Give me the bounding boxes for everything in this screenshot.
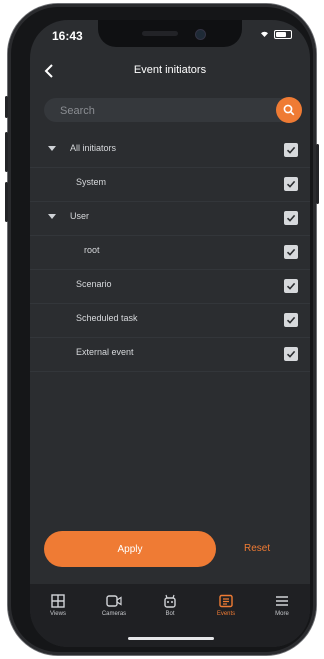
initiator-row[interactable]: Scheduled task [30, 304, 310, 338]
initiator-label: Scenario [76, 279, 112, 289]
initiator-label: Scheduled task [76, 313, 138, 323]
initiator-row[interactable]: All initiators [30, 134, 310, 168]
tab-more[interactable]: More [254, 594, 310, 617]
initiator-row[interactable]: External event [30, 338, 310, 372]
search-icon [283, 104, 295, 116]
tab-label: More [275, 611, 289, 617]
initiator-list: All initiators System User root Scenario Sche… [30, 134, 310, 372]
initiator-row[interactable]: User [30, 202, 310, 236]
status-time: 16:43 [52, 29, 83, 43]
tab-label: Cameras [101, 611, 127, 617]
apply-button[interactable]: Apply [44, 531, 216, 567]
footer-actions: Apply Reset [30, 531, 310, 567]
initiator-label: All initiators [70, 143, 117, 153]
phone-frame: 16:43 Event initiators All initiators Sys… [5, 4, 319, 655]
side-button [5, 96, 8, 118]
tab-bot[interactable]: Bot [142, 594, 198, 617]
menu-icon [276, 596, 288, 606]
checkbox[interactable] [284, 279, 298, 293]
tab-cameras[interactable]: Cameras [86, 594, 142, 617]
chevron-down-icon[interactable] [48, 214, 56, 219]
camera-icon [106, 595, 122, 607]
app-screen: 16:43 Event initiators All initiators Sys… [30, 20, 310, 647]
initiator-row[interactable]: System [30, 168, 310, 202]
wifi-icon [259, 29, 270, 40]
front-camera [195, 29, 206, 40]
search-input[interactable] [58, 102, 262, 120]
page-title: Event initiators [133, 64, 207, 76]
home-indicator [128, 637, 214, 640]
views-icon [51, 594, 65, 608]
header: Event initiators [30, 60, 310, 86]
events-icon [219, 594, 233, 608]
checkmark-icon [286, 214, 296, 222]
search-bar [44, 97, 302, 123]
side-button [316, 144, 319, 204]
battery-icon [274, 30, 292, 39]
tab-events[interactable]: Events [198, 594, 254, 617]
checkbox[interactable] [284, 313, 298, 327]
tab-bar: Views Cameras Bot Events More [30, 584, 310, 647]
initiator-label: System [76, 177, 107, 187]
status-icons [259, 29, 292, 40]
side-button [5, 182, 8, 222]
initiator-label: User [70, 211, 90, 221]
bot-icon [164, 594, 176, 608]
tab-views[interactable]: Views [30, 594, 86, 617]
speaker [142, 31, 178, 36]
initiator-row[interactable]: Scenario [30, 270, 310, 304]
checkmark-icon [286, 350, 296, 358]
checkmark-icon [286, 282, 296, 290]
initiator-row[interactable]: root [30, 236, 310, 270]
checkbox[interactable] [284, 177, 298, 191]
search-button[interactable] [276, 97, 302, 123]
checkbox[interactable] [284, 143, 298, 157]
tab-label: Events [216, 611, 236, 617]
initiator-label: root [84, 245, 100, 255]
checkmark-icon [286, 146, 296, 154]
chevron-down-icon[interactable] [48, 146, 56, 151]
initiator-label: External event [76, 347, 134, 357]
checkmark-icon [286, 180, 296, 188]
side-button [5, 132, 8, 172]
tab-label: Bot [165, 611, 175, 617]
checkmark-icon [286, 248, 296, 256]
notch [98, 20, 242, 47]
reset-button[interactable]: Reset [244, 543, 270, 554]
checkbox[interactable] [284, 211, 298, 225]
checkbox[interactable] [284, 245, 298, 259]
checkbox[interactable] [284, 347, 298, 361]
checkmark-icon [286, 316, 296, 324]
tab-label: Views [50, 611, 66, 617]
